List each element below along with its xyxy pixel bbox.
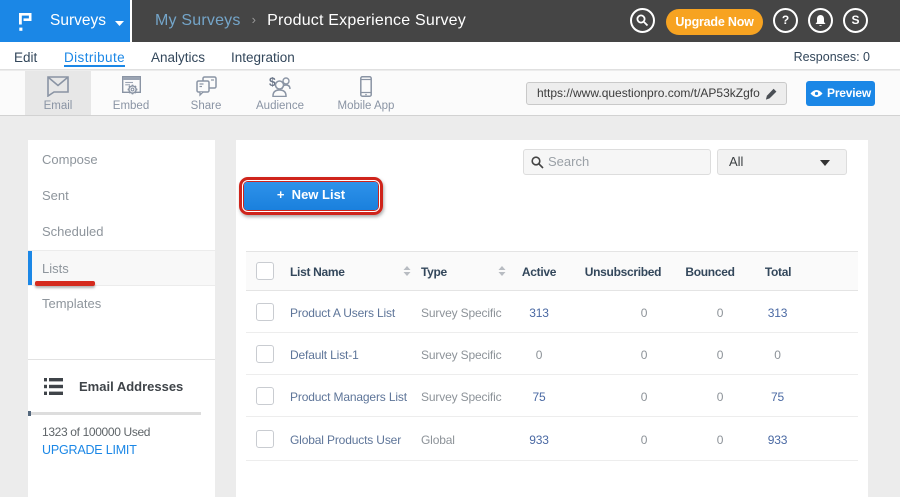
svg-text:$: $ — [269, 76, 276, 89]
